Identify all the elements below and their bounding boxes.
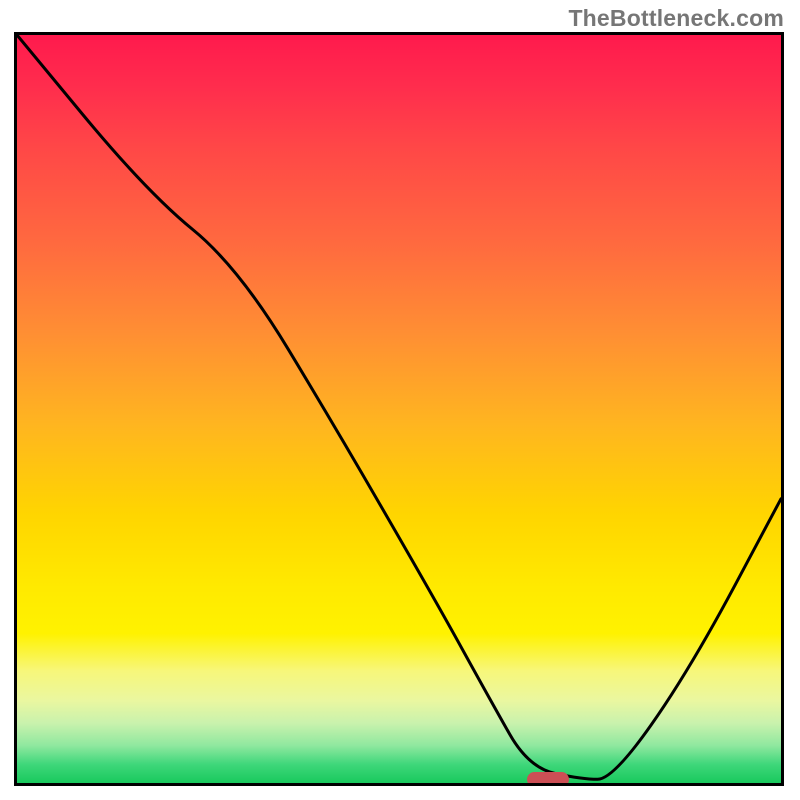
optimal-marker (527, 772, 569, 786)
watermark-text: TheBottleneck.com (568, 5, 784, 32)
curve-path (17, 35, 781, 779)
chart-frame (14, 32, 784, 786)
bottleneck-curve (17, 35, 781, 783)
